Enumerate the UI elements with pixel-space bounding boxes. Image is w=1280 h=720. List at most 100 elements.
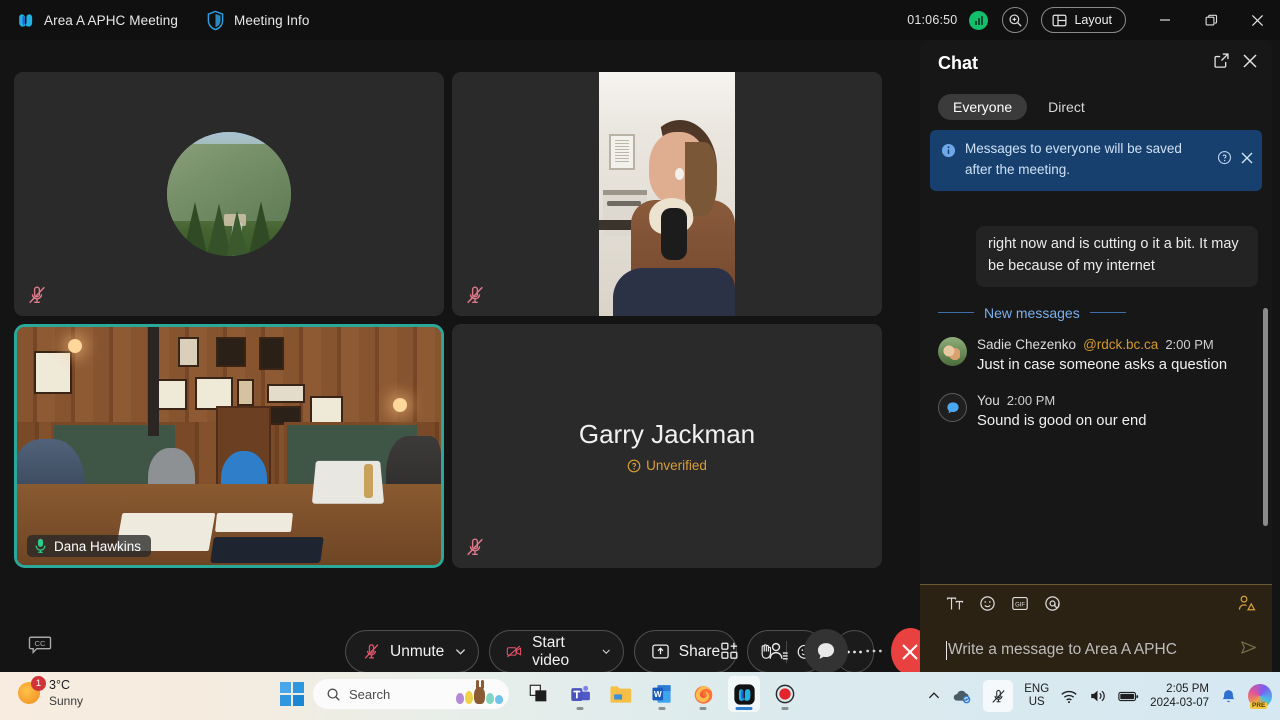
microsoft-teams-icon xyxy=(570,685,590,701)
microsoft-word-button[interactable]: W xyxy=(646,676,678,712)
unverified-status: Unverified xyxy=(627,458,707,473)
svg-text:GIF: GIF xyxy=(1015,603,1025,609)
meeting-name-item[interactable]: Area A APHC Meeting xyxy=(12,0,192,40)
message-domain: @rdck.bc.ca xyxy=(1083,336,1159,352)
participant-name: Garry Jackman xyxy=(578,419,756,449)
microsoft-word-icon: W xyxy=(652,685,671,703)
attach-person-button[interactable] xyxy=(1237,594,1256,618)
search-placeholder: Search xyxy=(349,686,391,702)
language-indicator[interactable]: ENG US xyxy=(1024,683,1049,709)
close-icon xyxy=(1241,152,1253,163)
tab-direct[interactable]: Direct xyxy=(1033,94,1100,120)
emoji-button[interactable] xyxy=(979,595,996,617)
file-explorer-button[interactable] xyxy=(605,676,637,712)
chevron-down-icon[interactable] xyxy=(601,645,611,658)
copilot-button[interactable]: PRE xyxy=(1248,684,1272,709)
webex-button[interactable] xyxy=(728,676,760,712)
microsoft-teams-button[interactable] xyxy=(564,676,596,712)
dana-hawkins-tile[interactable]: Dana Hawkins xyxy=(14,324,444,568)
participants-button[interactable] xyxy=(756,629,800,673)
copilot-badge: PRE xyxy=(1250,702,1268,709)
tab-everyone[interactable]: Everyone xyxy=(938,94,1028,120)
chat-scrollbar[interactable] xyxy=(1263,308,1268,526)
video-stage: Dana Hawkins Garry Jackman Unverified xyxy=(0,40,912,610)
format-text-button[interactable] xyxy=(946,596,964,617)
avatar xyxy=(938,336,967,366)
mention-button[interactable] xyxy=(1044,595,1061,617)
garry-jackman-tile[interactable]: Garry Jackman Unverified xyxy=(452,324,882,568)
chat-button[interactable] xyxy=(804,629,848,673)
start-button[interactable] xyxy=(276,676,308,712)
composer-tools: GIF xyxy=(920,585,1272,627)
chat-input-row[interactable]: Write a message to Area A APHC xyxy=(920,627,1272,673)
minimize-button[interactable] xyxy=(1142,0,1188,40)
clock[interactable]: 2:05 PM 2024-03-07 xyxy=(1150,682,1209,711)
message-time: 2:00 PM xyxy=(1006,393,1056,409)
gif-button[interactable]: GIF xyxy=(1011,595,1029,617)
task-view-button[interactable] xyxy=(523,676,555,712)
popout-icon xyxy=(1214,53,1229,68)
participant-video-tile[interactable] xyxy=(452,72,882,316)
volume-button[interactable] xyxy=(1089,688,1107,704)
system-tray: ENG US 2:05 PM 2024-03-07 PRE xyxy=(927,672,1272,720)
camera-off-icon xyxy=(507,645,522,658)
wifi-button[interactable] xyxy=(1060,689,1078,704)
message-time: 2:00 PM xyxy=(1165,336,1214,352)
message-meta: Sadie Chezenko @rdck.bc.ca 2:00 PM xyxy=(977,337,1258,352)
onedrive-button[interactable] xyxy=(952,688,972,704)
chat-composer: GIF Write a message to Area A APHC xyxy=(920,584,1272,680)
closed-captions-button[interactable]: CC xyxy=(26,631,54,659)
notification-badge: 1 xyxy=(31,676,46,692)
webex-logo-icon xyxy=(19,13,33,27)
title-bar-right: 01:06:50 Layout xyxy=(907,0,1280,40)
attach-person-icon xyxy=(1238,595,1256,611)
end-call-icon xyxy=(902,643,918,660)
participant-avatar-tile[interactable] xyxy=(14,72,444,316)
microphone-muted-button[interactable] xyxy=(983,680,1014,712)
banner-help-button[interactable] xyxy=(1217,150,1232,170)
meeting-room-video-feed xyxy=(17,327,441,565)
apps-button[interactable] xyxy=(708,629,752,673)
banner-close-button[interactable] xyxy=(1240,151,1254,170)
message-text: Just in case someone asks a question xyxy=(977,356,1228,373)
weather-temp: 3°C xyxy=(49,678,70,692)
more-button[interactable] xyxy=(852,629,896,673)
network-quality-icon[interactable] xyxy=(969,10,989,30)
close-chat-button[interactable] xyxy=(1242,53,1258,74)
unmute-button[interactable]: Unmute xyxy=(345,630,480,673)
start-video-button[interactable]: Start video xyxy=(489,630,624,673)
svg-text:CC: CC xyxy=(35,639,46,648)
chevron-down-icon[interactable] xyxy=(454,645,467,658)
firefox-button[interactable] xyxy=(687,676,719,712)
send-button[interactable] xyxy=(1239,638,1258,662)
screen-recorder-button[interactable] xyxy=(769,676,801,712)
format-text-icon xyxy=(946,597,964,610)
layout-button[interactable]: Layout xyxy=(1041,7,1126,33)
show-hidden-icons-icon xyxy=(929,692,940,699)
show-hidden-icons-button[interactable] xyxy=(927,689,941,703)
message-text: Sound is good on our end xyxy=(977,413,1147,430)
windows-taskbar: 1 3°C Sunny Search W ENG US 2:05 PM 2024… xyxy=(0,672,1280,720)
popout-chat-button[interactable] xyxy=(1213,52,1230,74)
chat-message: Sadie Chezenko @rdck.bc.ca 2:00 PM Just … xyxy=(938,336,1258,376)
chat-header: Chat xyxy=(920,40,1272,86)
chat-input[interactable]: Write a message to Area A APHC xyxy=(948,641,1177,659)
zoom-in-icon[interactable] xyxy=(1002,7,1029,33)
chat-message-list[interactable]: right now and is cutting o it a bit. It … xyxy=(920,226,1272,532)
region-code: US xyxy=(1028,696,1045,708)
participant-video-feed xyxy=(599,72,735,316)
battery-button[interactable] xyxy=(1118,690,1139,703)
weather-condition: Sunny xyxy=(49,693,84,708)
close-button[interactable] xyxy=(1234,0,1280,40)
restore-button[interactable] xyxy=(1188,0,1234,40)
message-body: You 2:00 PM Sound is good on our end xyxy=(977,393,1258,432)
notifications-button[interactable] xyxy=(1220,688,1237,705)
taskbar-search[interactable]: Search xyxy=(313,679,509,709)
weather-widget[interactable]: 1 3°C Sunny xyxy=(18,676,83,709)
window-controls xyxy=(1142,0,1280,40)
meeting-info-item[interactable]: Meeting Info xyxy=(192,0,324,40)
info-icon xyxy=(941,143,956,158)
taskbar-center: Search W xyxy=(276,676,801,712)
weather-text: 3°C Sunny xyxy=(49,678,83,709)
help-circle-icon xyxy=(1217,150,1232,165)
